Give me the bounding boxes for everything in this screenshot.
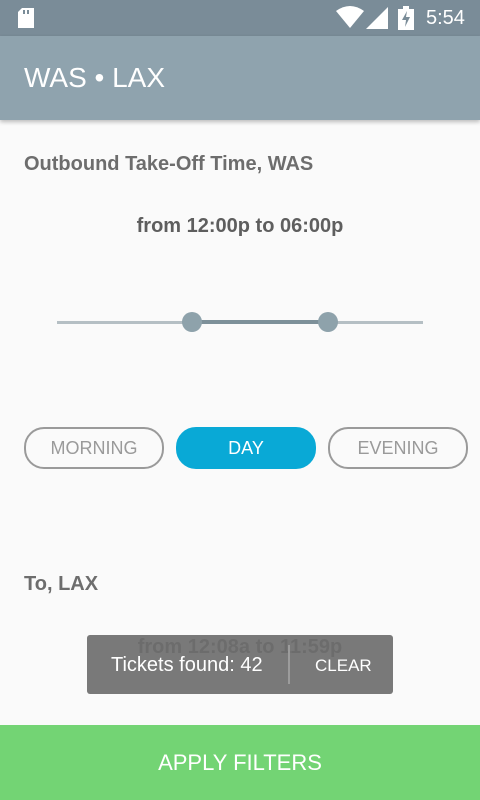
battery-charging-icon [398,6,414,30]
page-title: WAS • LAX [24,62,166,93]
sd-card-icon [18,8,34,28]
tickets-found-message: Tickets found: 42 [111,654,263,676]
wifi-icon [336,6,364,28]
slider-max-thumb[interactable] [317,312,338,332]
apply-filters-button[interactable]: APPLY FILTERS [0,725,480,800]
slider-range-fill [192,320,328,324]
status-bar: 5:54 [0,0,480,36]
clear-button[interactable]: CLEAR [315,656,372,676]
morning-chip[interactable]: MORNING [24,427,164,469]
app-bar: WAS • LAX [0,36,480,120]
slider-min-thumb[interactable] [182,312,203,332]
outbound-heading: Outbound Take-Off Time, WAS [24,153,314,175]
outbound-time-slider[interactable] [57,310,423,334]
evening-chip[interactable]: EVENING [328,427,468,469]
day-chip[interactable]: DAY [176,427,316,469]
outbound-time-range: from 12:00p to 06:00p [136,215,344,237]
status-time: 5:54 [426,7,465,29]
signal-icon [366,7,388,29]
toast-divider [288,645,290,684]
tickets-toast: Tickets found: 42 CLEAR [87,635,393,694]
return-heading: To, LAX [24,573,99,595]
